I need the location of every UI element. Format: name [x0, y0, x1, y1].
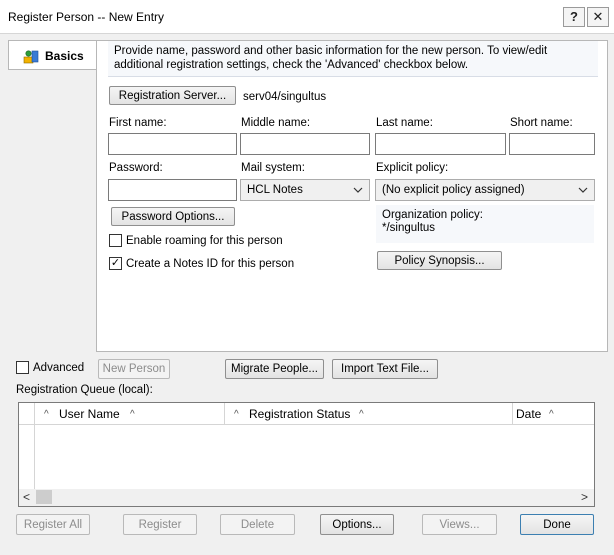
intro-text: Provide name, password and other basic i… — [108, 41, 598, 77]
enable-roaming-row[interactable]: Enable roaming for this person — [109, 234, 283, 247]
advanced-row[interactable]: Advanced — [16, 361, 84, 374]
window-title: Register Person -- New Entry — [8, 10, 165, 24]
import-text-file-button[interactable]: Import Text File... — [332, 359, 438, 379]
person-icon — [23, 50, 39, 64]
scroll-thumb[interactable] — [36, 490, 52, 504]
create-notes-id-checkbox[interactable]: ✓ — [109, 257, 122, 270]
column-separator — [512, 403, 513, 425]
last-name-label: Last name: — [376, 117, 433, 129]
title-bar: Register Person -- New Entry ? ✕ — [0, 0, 614, 34]
registration-queue-label: Registration Queue (local): — [16, 384, 153, 396]
column-separator — [224, 403, 225, 425]
scroll-right-icon[interactable]: > — [581, 490, 588, 504]
mail-system-value: HCL Notes — [247, 184, 303, 196]
tab-basics-label: Basics — [45, 49, 84, 63]
row-indicator-column — [34, 425, 35, 489]
first-name-input[interactable] — [108, 133, 237, 155]
close-button[interactable]: ✕ — [587, 7, 609, 27]
new-person-button[interactable]: New Person — [98, 359, 170, 379]
mail-system-label: Mail system: — [241, 162, 305, 174]
password-input[interactable] — [108, 179, 237, 201]
register-all-button[interactable]: Register All — [16, 514, 90, 535]
advanced-checkbox[interactable] — [16, 361, 29, 374]
register-button[interactable]: Register — [123, 514, 197, 535]
horizontal-scrollbar[interactable]: < > — [19, 489, 594, 506]
grid-header: ^ User Name ^ ^ Registration Status ^ Da… — [19, 403, 594, 425]
enable-roaming-checkbox[interactable] — [109, 234, 122, 247]
registration-server-value: serv04/singultus — [243, 91, 327, 103]
short-name-label: Short name: — [510, 117, 573, 129]
create-notes-id-label: Create a Notes ID for this person — [126, 257, 295, 270]
help-button[interactable]: ? — [563, 7, 585, 27]
first-name-label: First name: — [109, 117, 167, 129]
explicit-policy-value: (No explicit policy assigned) — [382, 184, 525, 196]
password-options-button[interactable]: Password Options... — [111, 207, 235, 226]
sort-icon: ^ — [44, 409, 49, 420]
organization-policy-box: Organization policy: */singultus — [376, 205, 594, 243]
sort-icon: ^ — [130, 409, 135, 420]
column-date[interactable]: Date — [516, 407, 541, 421]
registration-server-button[interactable]: Registration Server... — [109, 86, 236, 105]
enable-roaming-label: Enable roaming for this person — [126, 234, 283, 247]
sort-icon: ^ — [359, 409, 364, 420]
column-user-name[interactable]: User Name — [59, 407, 120, 421]
views-button[interactable]: Views... — [422, 514, 497, 535]
column-separator — [34, 403, 35, 425]
chevron-down-icon — [353, 187, 363, 193]
delete-button[interactable]: Delete — [220, 514, 295, 535]
chevron-down-icon — [578, 187, 588, 193]
advanced-label: Advanced — [33, 361, 85, 374]
explicit-policy-label: Explicit policy: — [376, 162, 449, 174]
middle-name-label: Middle name: — [241, 117, 311, 129]
mail-system-select[interactable]: HCL Notes — [240, 179, 370, 201]
options-button[interactable]: Options... — [320, 514, 394, 535]
last-name-input[interactable] — [375, 133, 506, 155]
policy-synopsis-button[interactable]: Policy Synopsis... — [377, 251, 502, 270]
create-notes-id-row[interactable]: ✓ Create a Notes ID for this person — [109, 257, 294, 270]
registration-queue-grid[interactable]: ^ User Name ^ ^ Registration Status ^ Da… — [18, 402, 595, 507]
done-button[interactable]: Done — [520, 514, 594, 535]
sort-icon: ^ — [549, 409, 554, 420]
sort-icon: ^ — [234, 409, 239, 420]
middle-name-input[interactable] — [240, 133, 370, 155]
organization-policy-value: */singultus — [382, 222, 436, 234]
scroll-left-icon[interactable]: < — [23, 490, 30, 504]
column-registration-status[interactable]: Registration Status — [249, 407, 350, 421]
organization-policy-label: Organization policy: — [382, 209, 483, 221]
explicit-policy-select[interactable]: (No explicit policy assigned) — [375, 179, 595, 201]
short-name-input[interactable] — [509, 133, 595, 155]
password-label: Password: — [109, 162, 163, 174]
migrate-people-button[interactable]: Migrate People... — [225, 359, 324, 379]
tab-basics[interactable]: Basics — [8, 40, 96, 70]
